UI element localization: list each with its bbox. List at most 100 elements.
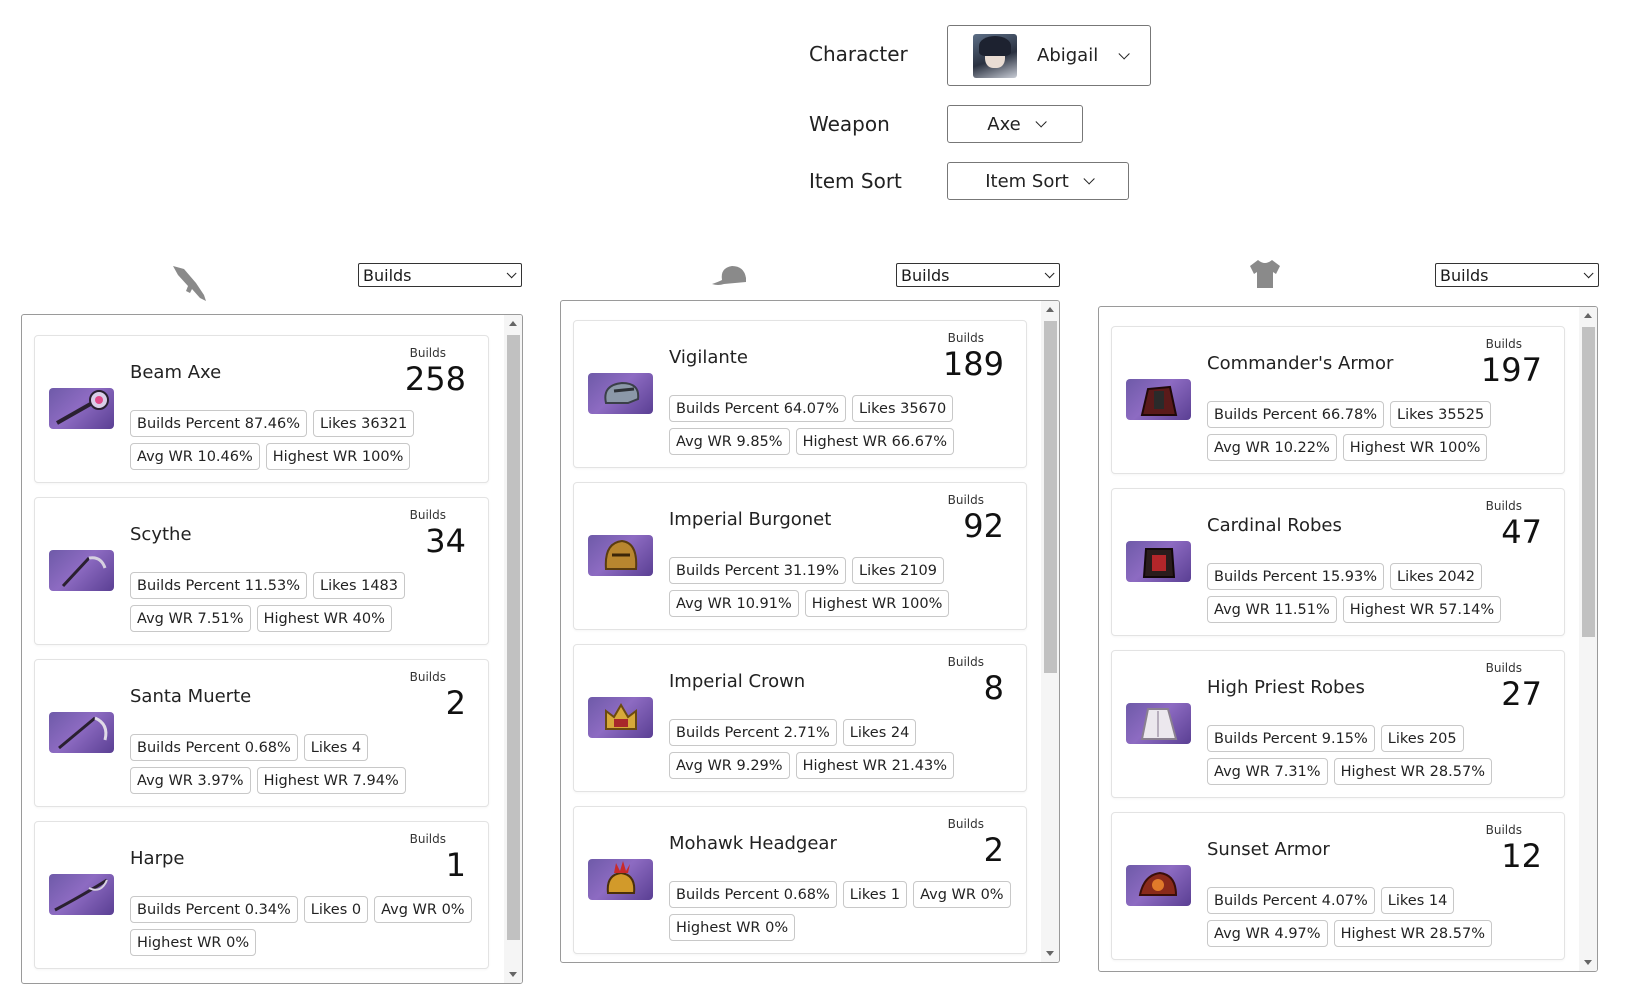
item-name: Sunset Armor bbox=[1207, 839, 1330, 860]
item-name: Mohawk Headgear bbox=[669, 833, 837, 854]
highest-wr-chip: Highest WR 28.57% bbox=[1333, 758, 1492, 785]
scythe-image bbox=[49, 550, 114, 591]
weapon-sort-value: Builds bbox=[363, 265, 412, 285]
scroll-down-arrow-icon[interactable] bbox=[509, 972, 517, 977]
helmet-panel-scrollbar[interactable] bbox=[1041, 301, 1059, 962]
likes-chip: Likes 1 bbox=[842, 881, 908, 908]
stat-chips: Builds Percent 0.34% Likes 0 Avg WR 0% H… bbox=[130, 896, 480, 956]
weapon-icon bbox=[173, 266, 206, 301]
chevron-down-icon bbox=[1083, 173, 1095, 185]
armor-items-panel: Commander's Armor Builds 197 Builds Perc… bbox=[1098, 306, 1598, 972]
builds-count: 8 bbox=[983, 669, 1004, 707]
builds-label: Builds bbox=[947, 493, 984, 507]
commanders-armor-image bbox=[1126, 379, 1191, 420]
weapon-dropdown[interactable]: Axe bbox=[947, 105, 1083, 143]
weapon-panel-scrollbar[interactable] bbox=[504, 315, 522, 983]
avg-wr-chip: Avg WR 0% bbox=[913, 881, 1011, 908]
likes-chip: Likes 36321 bbox=[313, 410, 415, 437]
likes-chip: Likes 35670 bbox=[852, 395, 954, 422]
item-card[interactable]: Imperial Crown Builds 8 Builds Percent 2… bbox=[573, 644, 1027, 792]
imperial-burgonet-image bbox=[588, 535, 653, 576]
scroll-up-arrow-icon[interactable] bbox=[1584, 313, 1592, 318]
builds-label: Builds bbox=[1485, 823, 1522, 837]
item-card[interactable]: Mohawk Headgear Builds 2 Builds Percent … bbox=[573, 806, 1027, 954]
item-name: Vigilante bbox=[669, 347, 748, 368]
scroll-up-arrow-icon[interactable] bbox=[509, 321, 517, 326]
weapon-value: Axe bbox=[987, 113, 1021, 135]
harpe-image bbox=[49, 874, 114, 915]
scroll-down-arrow-icon[interactable] bbox=[1584, 960, 1592, 965]
item-card[interactable]: Vigilante Builds 189 Builds Percent 64.0… bbox=[573, 320, 1027, 468]
item-card[interactable]: Santa Muerte Builds 2 Builds Percent 0.6… bbox=[34, 659, 489, 807]
stat-chips: Builds Percent 0.68% Likes 1 Avg WR 0% H… bbox=[669, 881, 1019, 941]
item-sort-label: Item Sort bbox=[809, 169, 902, 193]
builds-count: 197 bbox=[1480, 351, 1542, 389]
chevron-down-icon bbox=[1035, 116, 1047, 128]
builds-percent-chip: Builds Percent 4.07% bbox=[1207, 887, 1375, 914]
likes-chip: Likes 14 bbox=[1380, 887, 1455, 914]
highest-wr-chip: Highest WR 0% bbox=[130, 929, 257, 956]
builds-label: Builds bbox=[947, 331, 984, 345]
item-card[interactable]: High Priest Robes Builds 27 Builds Perce… bbox=[1111, 650, 1565, 798]
likes-chip: Likes 2109 bbox=[852, 557, 945, 584]
stat-chips: Builds Percent 66.78% Likes 35525 Avg WR… bbox=[1207, 401, 1557, 461]
builds-label: Builds bbox=[1485, 661, 1522, 675]
high-priest-robes-image bbox=[1126, 703, 1191, 744]
scroll-up-arrow-icon[interactable] bbox=[1046, 307, 1054, 312]
weapon-items-panel: Beam Axe Builds 258 Builds Percent 87.46… bbox=[21, 314, 523, 984]
item-name: Imperial Crown bbox=[669, 671, 806, 692]
builds-percent-chip: Builds Percent 11.53% bbox=[130, 572, 308, 599]
armor-sort-select[interactable]: Builds bbox=[1435, 263, 1599, 287]
builds-label: Builds bbox=[1485, 499, 1522, 513]
character-value: Abigail bbox=[1037, 45, 1099, 66]
item-name: Scythe bbox=[130, 524, 192, 545]
builds-percent-chip: Builds Percent 2.71% bbox=[669, 719, 837, 746]
likes-chip: Likes 1483 bbox=[313, 572, 406, 599]
item-card[interactable]: Imperial Burgonet Builds 92 Builds Perce… bbox=[573, 482, 1027, 630]
helmet-sort-select[interactable]: Builds bbox=[896, 263, 1060, 287]
item-card[interactable]: Scythe Builds 34 Builds Percent 11.53% L… bbox=[34, 497, 489, 645]
builds-percent-chip: Builds Percent 31.19% bbox=[669, 557, 847, 584]
item-name: Imperial Burgonet bbox=[669, 509, 832, 530]
avg-wr-chip: Avg WR 3.97% bbox=[130, 767, 251, 794]
item-name: Commander's Armor bbox=[1207, 353, 1394, 374]
item-card[interactable]: Sunset Armor Builds 12 Builds Percent 4.… bbox=[1111, 812, 1565, 960]
item-sort-dropdown[interactable]: Item Sort bbox=[947, 162, 1129, 200]
scrollbar-thumb[interactable] bbox=[507, 335, 520, 940]
item-card[interactable]: Beam Axe Builds 258 Builds Percent 87.46… bbox=[34, 335, 489, 483]
likes-chip: Likes 35525 bbox=[1390, 401, 1492, 428]
character-dropdown[interactable]: Abigail bbox=[947, 25, 1151, 86]
avg-wr-chip: Avg WR 9.85% bbox=[669, 428, 790, 455]
chevron-down-icon bbox=[1583, 267, 1594, 278]
avg-wr-chip: Avg WR 10.22% bbox=[1207, 434, 1337, 461]
avg-wr-chip: Avg WR 0% bbox=[374, 896, 472, 923]
shirt-icon bbox=[1250, 260, 1280, 288]
scrollbar-thumb[interactable] bbox=[1582, 327, 1595, 637]
builds-label: Builds bbox=[1485, 337, 1522, 351]
helmet-icon bbox=[712, 266, 746, 285]
scroll-down-arrow-icon[interactable] bbox=[1046, 951, 1054, 956]
item-card[interactable]: Cardinal Robes Builds 47 Builds Percent … bbox=[1111, 488, 1565, 636]
stat-chips: Builds Percent 31.19% Likes 2109 Avg WR … bbox=[669, 557, 1019, 617]
armor-panel-scrollbar[interactable] bbox=[1579, 307, 1597, 971]
stat-chips: Builds Percent 2.71% Likes 24 Avg WR 9.2… bbox=[669, 719, 1019, 779]
likes-chip: Likes 205 bbox=[1380, 725, 1464, 752]
builds-label: Builds bbox=[409, 832, 446, 846]
chevron-down-icon bbox=[506, 267, 517, 278]
builds-count: 2 bbox=[445, 684, 466, 722]
item-card[interactable]: Commander's Armor Builds 197 Builds Perc… bbox=[1111, 326, 1565, 474]
likes-chip: Likes 24 bbox=[842, 719, 917, 746]
highest-wr-chip: Highest WR 100% bbox=[804, 590, 950, 617]
highest-wr-chip: Highest WR 100% bbox=[265, 443, 411, 470]
builds-count: 189 bbox=[942, 345, 1004, 383]
scrollbar-thumb[interactable] bbox=[1044, 321, 1057, 673]
builds-percent-chip: Builds Percent 9.15% bbox=[1207, 725, 1375, 752]
builds-percent-chip: Builds Percent 0.34% bbox=[130, 896, 298, 923]
builds-label: Builds bbox=[409, 346, 446, 360]
avg-wr-chip: Avg WR 10.46% bbox=[130, 443, 260, 470]
weapon-sort-select[interactable]: Builds bbox=[358, 263, 522, 287]
highest-wr-chip: Highest WR 28.57% bbox=[1333, 920, 1492, 947]
item-card[interactable]: Harpe Builds 1 Builds Percent 0.34% Like… bbox=[34, 821, 489, 969]
santa-muerte-image bbox=[49, 712, 114, 753]
chevron-down-icon bbox=[1044, 267, 1055, 278]
